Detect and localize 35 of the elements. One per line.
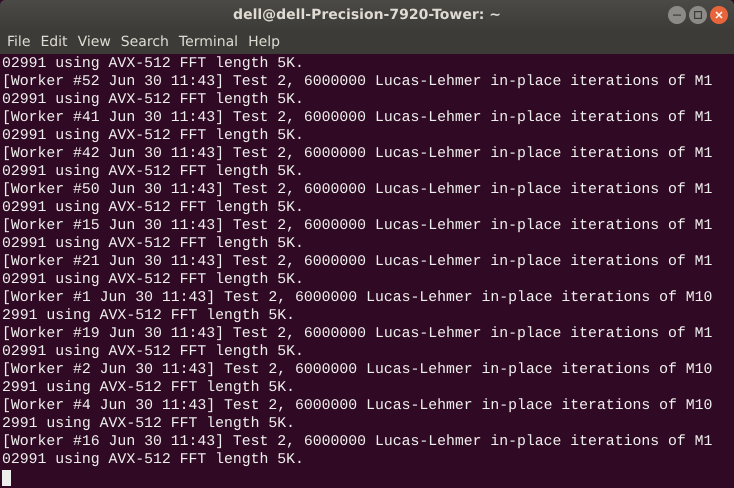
terminal-line: [Worker #16 Jun 30 11:43] Test 2, 6000000 Lucas-Lehmer in-place iterations of M1	[2, 433, 714, 451]
terminal-line: 02991 using AVX-512 FFT length 5K.	[2, 199, 305, 217]
menu-item[interactable]: View	[72, 34, 116, 50]
terminal-line: [Worker #2 Jun 30 11:43] Test 2, 6000000 Lucas-Lehmer in-place iterations of M10	[2, 361, 714, 379]
terminal-line: [Worker #50 Jun 30 11:43] Test 2, 6000000 Lucas-Lehmer in-place iterations of M1	[2, 181, 714, 199]
window-title: dell@dell-Precision-7920-Tower: ~	[233, 7, 501, 23]
terminal-line: 02991 using AVX-512 FFT length 5K.	[2, 127, 305, 145]
terminal-line: [Worker #21 Jun 30 11:43] Test 2, 6000000 Lucas-Lehmer in-place iterations of M1	[2, 253, 714, 271]
menu-item[interactable]: Help	[243, 34, 285, 50]
menu-item[interactable]: Search	[116, 34, 174, 50]
terminal-line: [Worker #15 Jun 30 11:43] Test 2, 6000000 Lucas-Lehmer in-place iterations of M1	[2, 217, 714, 235]
text-cursor	[2, 470, 11, 486]
terminal-line: [Worker #42 Jun 30 11:43] Test 2, 6000000 Lucas-Lehmer in-place iterations of M1	[2, 145, 714, 163]
terminal-line: 2991 using AVX-512 FFT length 5K.	[2, 307, 296, 325]
terminal-line: [Worker #41 Jun 30 11:43] Test 2, 6000000 Lucas-Lehmer in-place iterations of M1	[2, 109, 714, 127]
minimize-button[interactable]	[668, 6, 686, 24]
terminal-line: 2991 using AVX-512 FFT length 5K.	[2, 379, 296, 397]
terminal-line: 2991 using AVX-512 FFT length 5K.	[2, 415, 296, 433]
maximize-icon	[694, 11, 702, 19]
terminal-line: [Worker #1 Jun 30 11:43] Test 2, 6000000 Lucas-Lehmer in-place iterations of M10	[2, 289, 714, 307]
terminal-line: 02991 using AVX-512 FFT length 5K.	[2, 163, 305, 181]
terminal-line: [Worker #19 Jun 30 11:43] Test 2, 6000000 Lucas-Lehmer in-place iterations of M1	[2, 325, 714, 343]
terminal-line: 02991 using AVX-512 FFT length 5K.	[2, 55, 305, 73]
terminal-line: 02991 using AVX-512 FFT length 5K.	[2, 271, 305, 289]
terminal-line: 02991 using AVX-512 FFT length 5K.	[2, 235, 305, 253]
terminal-line: 02991 using AVX-512 FFT length 5K.	[2, 451, 305, 469]
menu-item[interactable]: File	[2, 34, 36, 50]
terminal-line: [Worker #4 Jun 30 11:43] Test 2, 6000000 Lucas-Lehmer in-place iterations of M10	[2, 397, 714, 415]
close-button[interactable]	[710, 6, 728, 24]
close-icon	[715, 11, 723, 19]
terminal-line: 02991 using AVX-512 FFT length 5K.	[2, 91, 305, 109]
menu-item[interactable]: Edit	[35, 34, 73, 50]
menu-item[interactable]: Terminal	[174, 34, 244, 50]
terminal-line: 02991 using AVX-512 FFT length 5K.	[2, 343, 305, 361]
terminal-line: [Worker #52 Jun 30 11:43] Test 2, 6000000 Lucas-Lehmer in-place iterations of M1	[2, 73, 714, 91]
